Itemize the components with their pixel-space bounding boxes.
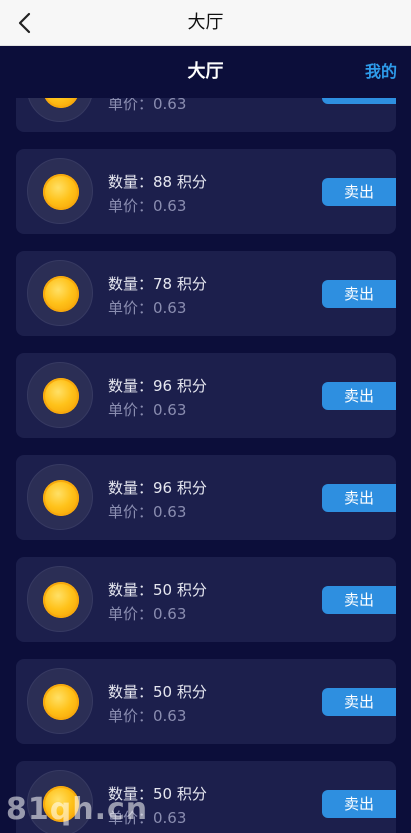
page-title: 大厅 (187, 61, 224, 82)
sell-button[interactable]: 卖出 (322, 484, 396, 512)
unit-price-text: 单价：0.63 (108, 197, 187, 215)
sell-button[interactable]: 卖出 (322, 790, 396, 818)
coin-icon (43, 480, 79, 516)
coin-badge (27, 260, 93, 326)
unit-price-text: 单价：0.63 (108, 503, 187, 521)
unit-price-text: 单价：0.63 (108, 707, 187, 725)
list-item: 数量：96 积分 单价：0.63 卖出 (16, 353, 396, 438)
quantity-text: 数量：96 积分 (108, 479, 207, 497)
coin-badge (27, 668, 93, 734)
sell-button[interactable]: 卖出 (322, 688, 396, 716)
list-item: 数量：50 积分 单价：0.63 卖出 (16, 557, 396, 642)
unit-price-text: 单价：0.63 (108, 299, 187, 317)
sell-button[interactable]: 卖出 (322, 280, 396, 308)
unit-price-text: 单价：0.63 (108, 401, 187, 419)
quantity-text: 数量：50 积分 (108, 683, 207, 701)
coin-icon (43, 684, 79, 720)
coin-icon (43, 582, 79, 618)
list-item: 数量：78 积分 单价：0.63 卖出 (16, 251, 396, 336)
list-item: 数量：96 积分 单价：0.63 卖出 (16, 455, 396, 540)
coin-icon (43, 786, 79, 822)
mine-link[interactable]: 我的 (365, 46, 397, 98)
coin-badge (27, 566, 93, 632)
sell-button[interactable]: 卖出 (322, 382, 396, 410)
list-item: 数量：50 积分 单价：0.63 卖出 (16, 659, 396, 744)
unit-price-text: 单价：0.63 (108, 809, 187, 827)
coin-badge (27, 158, 93, 224)
unit-price-text: 单价：0.63 (108, 605, 187, 623)
coin-badge (27, 464, 93, 530)
coin-icon (43, 378, 79, 414)
list-item: 单价：0.63 卖出 (16, 98, 396, 132)
coin-badge (27, 98, 93, 122)
quantity-text: 数量：88 积分 (108, 173, 207, 191)
coin-icon (43, 276, 79, 312)
list-item: 数量：50 积分 单价：0.63 卖出 (16, 761, 396, 833)
listing-list: 单价：0.63 卖出 数量：88 积分 单价：0.63 卖出 数量：78 积分 … (0, 98, 411, 833)
topbar-title: 大厅 (187, 12, 224, 33)
page-header: 大厅 我的 (0, 46, 411, 98)
sell-button[interactable]: 卖出 (322, 586, 396, 614)
coin-icon (43, 174, 79, 210)
sell-button[interactable]: 卖出 (322, 178, 396, 206)
list-item: 数量：88 积分 单价：0.63 卖出 (16, 149, 396, 234)
top-nav-bar: 大厅 (0, 0, 411, 46)
quantity-text: 数量：50 积分 (108, 785, 207, 803)
quantity-text: 数量：78 积分 (108, 275, 207, 293)
unit-price-text: 单价：0.63 (108, 98, 187, 113)
sell-button[interactable]: 卖出 (322, 98, 396, 104)
quantity-text: 数量：50 积分 (108, 581, 207, 599)
coin-icon (43, 98, 79, 108)
quantity-text: 数量：96 积分 (108, 377, 207, 395)
coin-badge (27, 770, 93, 833)
listing-scroll-area[interactable]: 单价：0.63 卖出 数量：88 积分 单价：0.63 卖出 数量：78 积分 … (0, 98, 411, 833)
coin-badge (27, 362, 93, 428)
